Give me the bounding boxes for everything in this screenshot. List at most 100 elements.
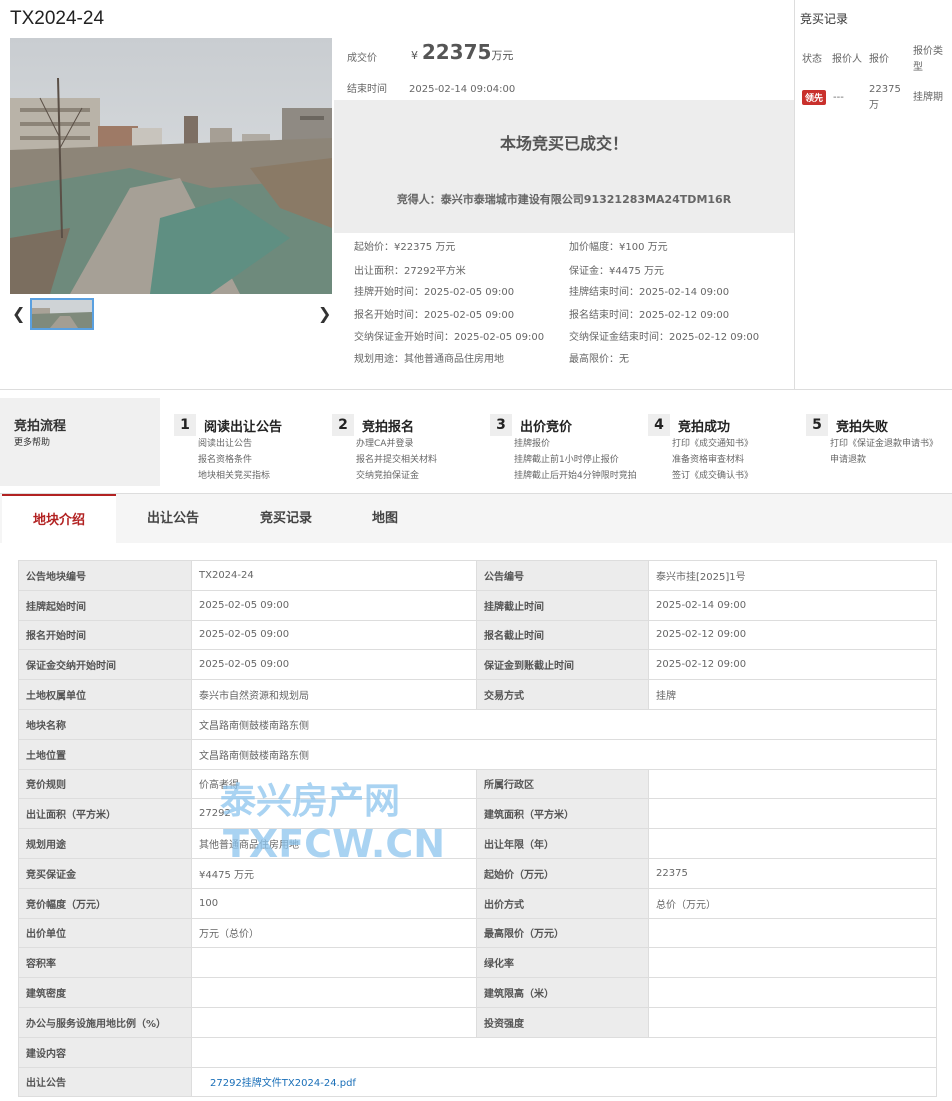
- step-item[interactable]: 报名并提交相关材料: [356, 452, 437, 465]
- table-row: 建筑密度 建筑限高（米）: [18, 977, 937, 1008]
- bid-header-bidder: 报价人: [832, 54, 862, 65]
- table-value: 2025-02-05 09:00: [191, 649, 477, 681]
- bid-header-type: 报价类型: [913, 46, 943, 73]
- table-row: 出让面积（平方米） 27292 建筑面积（平方米）: [18, 798, 937, 830]
- table-row: 保证金交纳开始时间 2025-02-05 09:00 保证金到账截止时间 2025-0…: [18, 649, 937, 681]
- table-label: 容积率: [18, 947, 192, 979]
- flow-steps: 1 阅读出让公告 阅读出让公告 报名资格条件 地块相关竞买指标 2 竞拍报名 办…: [160, 398, 952, 486]
- table-label: 公告编号: [476, 560, 649, 591]
- lot-photo[interactable]: [10, 38, 332, 294]
- announcement-file-link[interactable]: 27292挂牌文件TX2024-24.pdf: [210, 1078, 356, 1089]
- table-label: 规划用途: [18, 828, 192, 859]
- step-item[interactable]: 挂牌报价: [514, 436, 550, 449]
- chevron-right-icon[interactable]: ❯: [318, 304, 331, 323]
- auction-flow: 竞拍流程 更多帮助 1 阅读出让公告 阅读出让公告 报名资格条件 地块相关竞买指…: [0, 398, 952, 486]
- table-label: 报名开始时间: [18, 619, 192, 651]
- table-value: 其他普通商品住房用地: [191, 828, 477, 859]
- step-item[interactable]: 签订《成交确认书》: [672, 468, 753, 481]
- step-item[interactable]: 申请退款: [830, 452, 866, 465]
- step-title: 阅读出让公告: [204, 420, 283, 435]
- table-label: 保证金交纳开始时间: [18, 649, 192, 681]
- table-row: 建设内容: [18, 1036, 937, 1068]
- table-value: 27292挂牌文件TX2024-24.pdf: [191, 1066, 937, 1098]
- table-label: 出价单位: [18, 917, 192, 949]
- table-label: 最高限价（万元）: [476, 917, 649, 949]
- step-item[interactable]: 报名资格条件: [198, 452, 252, 465]
- table-label: 投资强度: [476, 1006, 649, 1038]
- bid-price: 22375万: [869, 84, 901, 111]
- table-label: 竞买保证金: [18, 857, 192, 889]
- table-row: 报名开始时间 2025-02-05 09:00 报名截止时间 2025-02-12 0…: [18, 619, 937, 651]
- table-value: [648, 917, 937, 949]
- table-value: [648, 1006, 937, 1038]
- table-label: 出让年限（年）: [476, 828, 649, 859]
- table-row: 挂牌起始时间 2025-02-05 09:00 挂牌截止时间 2025-02-14 0…: [18, 589, 937, 621]
- tab-lot-intro[interactable]: 地块介绍: [2, 494, 116, 544]
- start-price: 起始价：¥22375 万元: [354, 242, 456, 253]
- step-title: 竞拍失败: [836, 420, 889, 435]
- table-label: 起始价（万元）: [476, 857, 649, 889]
- step-item[interactable]: 办理CA并登录: [356, 436, 413, 449]
- table-label: 地块名称: [18, 708, 192, 740]
- step-item[interactable]: 挂牌截止前1小时停止报价: [514, 452, 619, 465]
- photo-thumbnail[interactable]: [30, 298, 94, 330]
- deposit-end: 交纳保证金结束时间：2025-02-12 09:00: [569, 332, 760, 343]
- table-value: [191, 977, 477, 1008]
- winner-text: 竞得人：泰兴市泰瑞城市建设有限公司91321283MA24TDM16R: [396, 193, 732, 206]
- tab-announcement[interactable]: 出让公告: [116, 494, 230, 544]
- step-number: 2: [332, 414, 354, 436]
- lot-header-section: TX2024-24 ❮ ❯ 成交价 ¥ 22375万元 结束时间 2025-02…: [0, 0, 952, 390]
- signup-end: 报名结束时间：2025-02-12 09:00: [569, 310, 730, 321]
- table-row: 规划用途 其他普通商品住房用地 出让年限（年）: [18, 828, 937, 859]
- deal-price-value: 22375: [421, 40, 492, 64]
- table-label: 办公与服务设施用地比例（%）: [18, 1006, 192, 1038]
- table-value: 挂牌: [648, 679, 937, 710]
- listing-end: 挂牌结束时间：2025-02-14 09:00: [569, 287, 730, 298]
- table-value: 2025-02-14 09:00: [648, 589, 937, 621]
- end-time-label: 结束时间: [347, 84, 387, 95]
- chevron-left-icon[interactable]: ❮: [12, 304, 25, 323]
- step-item[interactable]: 阅读出让公告: [198, 436, 252, 449]
- table-row: 出让公告 27292挂牌文件TX2024-24.pdf: [18, 1066, 937, 1098]
- step-title: 竞拍成功: [678, 420, 731, 435]
- table-label: 建筑面积（平方米）: [476, 798, 649, 830]
- deal-complete-title: 本场竞买已成交！: [499, 134, 628, 153]
- transfer-area: 出让面积：27292平方米: [354, 266, 466, 277]
- flow-sidebar: 竞拍流程 更多帮助: [0, 398, 160, 486]
- table-value: [648, 977, 937, 1008]
- more-help-link[interactable]: 更多帮助: [14, 435, 50, 448]
- step-item[interactable]: 打印《保证金退款申请书》: [830, 436, 938, 449]
- table-label: 建筑密度: [18, 977, 192, 1008]
- table-value: 泰兴市挂[2025]1号: [648, 560, 937, 591]
- table-value: 价高者得: [191, 768, 477, 800]
- table-row: 地块名称 文昌路南侧鼓楼南路东侧: [18, 708, 937, 740]
- step-title: 竞拍报名: [362, 420, 415, 435]
- step-item[interactable]: 打印《成交通知书》: [672, 436, 753, 449]
- table-value: 文昌路南侧鼓楼南路东侧: [191, 738, 937, 770]
- table-value: 22375: [648, 857, 937, 889]
- table-value: 总价（万元）: [648, 887, 937, 919]
- step-item[interactable]: 交纳竞拍保证金: [356, 468, 419, 481]
- table-value: [648, 947, 937, 979]
- table-value: [648, 798, 937, 830]
- step-item[interactable]: 地块相关竞买指标: [198, 468, 270, 481]
- tab-bid-record[interactable]: 竞买记录: [230, 494, 342, 544]
- tab-map[interactable]: 地图: [342, 494, 428, 544]
- step-number: 3: [490, 414, 512, 436]
- table-value: 2025-02-12 09:00: [648, 649, 937, 681]
- table-value: 2025-02-12 09:00: [648, 619, 937, 651]
- table-label: 建设内容: [18, 1036, 192, 1068]
- step-item[interactable]: 挂牌截止后开始4分钟限时竞拍: [514, 468, 637, 481]
- end-time: 结束时间 2025-02-14 09:04:00: [347, 80, 515, 95]
- table-label: 竞价规则: [18, 768, 192, 800]
- table-row: 竞价规则 价高者得 所属行政区: [18, 768, 937, 800]
- table-row: 竞价幅度（万元） 100 出价方式 总价（万元）: [18, 887, 937, 919]
- table-label: 挂牌起始时间: [18, 589, 192, 621]
- deposit-start: 交纳保证金开始时间：2025-02-05 09:00: [354, 332, 545, 343]
- table-row: 办公与服务设施用地比例（%） 投资强度: [18, 1006, 937, 1038]
- planned-usage: 规划用途：其他普通商品住房用地: [354, 354, 504, 365]
- status-badge: 领先: [802, 90, 827, 105]
- step-item[interactable]: 准备资格审查材料: [672, 452, 744, 465]
- lot-detail-table: 公告地块编号 TX2024-24 公告编号 泰兴市挂[2025]1号 挂牌起始时间 202…: [18, 560, 937, 1098]
- table-label: 出让面积（平方米）: [18, 798, 192, 830]
